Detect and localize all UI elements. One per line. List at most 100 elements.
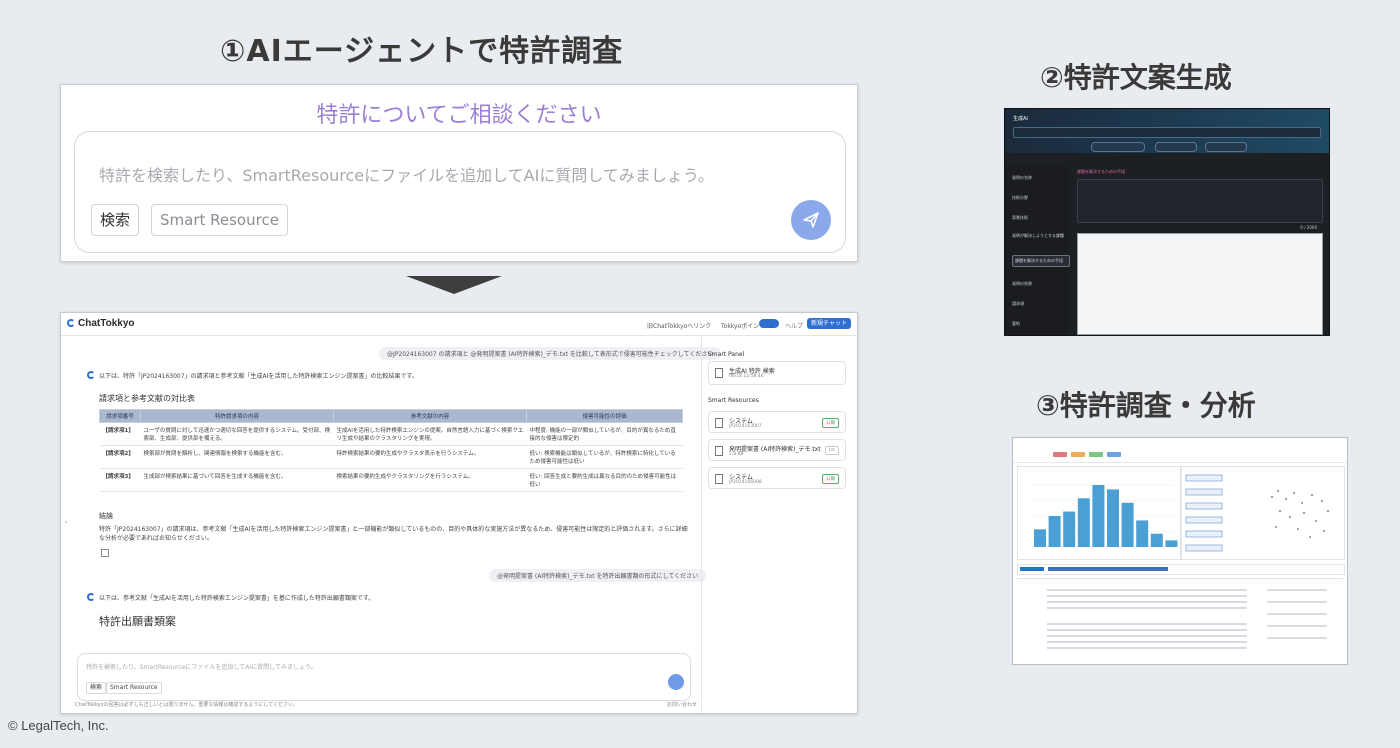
step-pill (1155, 142, 1197, 152)
bar-chart (1030, 484, 1178, 548)
send-button[interactable] (791, 200, 831, 240)
send-button[interactable] (668, 674, 684, 690)
chart-bar (1136, 520, 1149, 547)
network-card (1181, 466, 1345, 560)
filter-tag[interactable] (1107, 452, 1121, 457)
table-cell: 中程度: 機能の一部が類似しているが、目的が異なるため直接的な侵害は限定的 (526, 422, 683, 446)
smart-resources-title: Smart Resources (708, 397, 759, 404)
smart-resource-chip[interactable]: Smart Resource (151, 204, 288, 236)
chart-bar (1048, 516, 1061, 547)
chart-bar (1107, 489, 1119, 547)
nav-item[interactable]: 技術分野 (1012, 195, 1064, 201)
resource-badge: txt (824, 446, 839, 455)
file-icon (715, 474, 723, 484)
resource-badge: 公報 (822, 474, 839, 484)
trend-chart-card (1017, 466, 1181, 560)
search-mode-chip[interactable]: 検索 (86, 682, 107, 694)
search-box[interactable]: 特許を検索したり、SmartResourceにファイルを追加してAIに質問してみ… (74, 131, 846, 253)
table-cell: 【請求項1】 (99, 422, 141, 446)
help-link[interactable]: ヘルプ (785, 321, 803, 330)
step-pill (1205, 142, 1247, 152)
conclusion-heading: 結論 (99, 512, 113, 520)
user-message: @JP2024163007 の請求項と @発明提案書 (AI特許検索)_デモ.t… (379, 347, 722, 360)
step3-title: ③特許調査・分析 (1036, 389, 1256, 422)
nav-item-active[interactable]: 課題を解決するための手段 (1012, 255, 1070, 267)
resource-sub: 2.8 KB (729, 452, 744, 457)
table-cell: 低い: 回答生成と要約生成は異なる目的のため侵害可能性は低い (526, 468, 683, 492)
card-date: 06/18 12:58:46 (729, 374, 764, 379)
resource-sub: JP2024163007 (729, 424, 762, 429)
table-cell: 【請求項2】 (99, 445, 141, 469)
char-counter: 0 / 2000 (1300, 225, 1317, 230)
chat-main: @JP2024163007 の請求項と @発明提案書 (AI特許検索)_デモ.t… (61, 335, 722, 713)
table-cell: 生成AIを活用した特許検索エンジンの提案。自然言語入力に基づく検索クエリ生成や結… (333, 422, 527, 446)
search-input[interactable]: 特許を検索したり、SmartResourceにファイルを追加してAIに質問してみ… (99, 162, 714, 186)
nav-item[interactable]: 請求項 (1012, 301, 1064, 307)
analysis-toolbar (1013, 438, 1347, 463)
smart-resource-chip[interactable]: Smart Resource (106, 682, 162, 694)
generator-header: 生成AI (1005, 109, 1329, 153)
table-cell: 生成部が検索結果に基づいて回答を生成する機能を含む。 (140, 468, 334, 492)
nav-item[interactable]: 発明が解決しようとする課題 (1012, 233, 1064, 239)
assistant-icon (87, 593, 95, 601)
generator-body: 課題を解決するための手段 0 / 2000 (1075, 165, 1323, 335)
chart-bar (1034, 529, 1046, 547)
draft-textarea[interactable] (1077, 233, 1323, 335)
table-header: 請求項番号 (99, 409, 141, 423)
contact-link[interactable]: お問い合わせ (667, 701, 697, 708)
resource-badge: 公報 (822, 418, 839, 428)
legacy-link[interactable]: 旧ChatTokkyoへリンク (647, 321, 711, 330)
assistant-message: 以下は、参考文献「生成AIを活用した特許検索エンジン提案書」を基に作成した特許出… (99, 595, 375, 602)
smart-side-panel: Smart Panel 生成AI 特許 検索 06/18 12:58:46 Sm… (701, 335, 857, 713)
send-icon (803, 212, 819, 228)
logo-icon (67, 319, 75, 327)
chart-bar (1121, 502, 1134, 547)
search-mode-chip[interactable]: 検索 (91, 204, 140, 236)
chat-app-window: ChatTokkyo 旧ChatTokkyoへリンク Tokkyoポイント ヘル… (60, 312, 858, 714)
chat-input-box[interactable]: 特許を検索したり、SmartResourceにファイルを追加してAIに質問してみ… (77, 653, 691, 701)
assistant-icon (87, 371, 95, 379)
chart-bar (1092, 485, 1105, 547)
result-row-header[interactable] (1017, 564, 1345, 575)
resource-item[interactable]: 発明提案書 (AI特許検索)_デモ.txt 2.8 KB txt (708, 439, 846, 461)
filter-tag[interactable] (1089, 452, 1103, 457)
hero-heading: 特許についてご相談ください (316, 103, 602, 128)
generator-input[interactable] (1013, 127, 1321, 138)
collapse-icon[interactable]: ‹ (65, 519, 67, 526)
conclusion-text: 特許「JP2024163007」の請求項は、参考文献「生成AIを活用した特許検索… (99, 526, 688, 542)
assistant-message: 以下は、特許「JP2024163007」の請求項と参考文献「生成AIを活用した特… (99, 373, 418, 380)
nav-item[interactable]: 発明の効果 (1012, 281, 1064, 287)
resource-item[interactable]: システム JP2024166008 公報 (708, 467, 846, 489)
disclaimer: ChatTokkyoの回答は必ずしも正しいとは限りません。重要な情報は確認するよ… (75, 702, 299, 708)
table-cell: 検索結果の要約生成やクラスタリングを行うシステム。 (333, 468, 527, 492)
down-arrow-icon (406, 276, 502, 294)
points-toggle[interactable] (759, 319, 779, 328)
file-icon (715, 368, 723, 378)
smart-panel-title: Smart Panel (708, 351, 745, 358)
step1-title: ①AIエージェントで特許調査 (220, 34, 624, 69)
table-cell: 検索部が質問を解析し、関連情報を検索する機能を含む。 (140, 445, 334, 469)
table-cell: 低い: 検索機能は類似しているが、特許検索に特化しているため侵害可能性は低い (526, 445, 683, 469)
resource-item[interactable]: システム JP2024163007 公報 (708, 411, 846, 433)
step2-title: ②特許文案生成 (1040, 61, 1232, 94)
nav-item[interactable]: 発明の名称 (1012, 175, 1064, 181)
chat-input[interactable]: 特許を検索したり、SmartResourceにファイルを追加してAIに質問してみ… (86, 662, 317, 671)
filter-tag[interactable] (1071, 452, 1085, 457)
table-cell: 【請求項3】 (99, 468, 141, 492)
nav-item[interactable]: 要約 (1012, 321, 1064, 327)
smart-panel-card[interactable]: 生成AI 特許 検索 06/18 12:58:46 (708, 361, 846, 385)
search-panel: 特許についてご相談ください 特許を検索したり、SmartResourceにファイ… (60, 84, 858, 262)
instruction-box (1077, 179, 1323, 223)
filter-tag[interactable] (1053, 452, 1067, 457)
section-title: 課題を解決するための手段 (1077, 169, 1125, 174)
nav-item[interactable]: 背景技術 (1012, 215, 1064, 221)
table-header: 参考文献の内容 (333, 409, 527, 423)
new-chat-button[interactable]: 新規チャット (807, 318, 851, 329)
table-row: 【請求項1】 ユーザの質問に対して迅速かつ適切な回答を提供するシステム。受付部、… (99, 422, 683, 446)
copy-icon[interactable] (101, 549, 109, 557)
result-table (1017, 578, 1343, 663)
file-icon (715, 418, 723, 428)
chart-bar (1165, 540, 1178, 547)
table-header: 特許請求項の内容 (140, 409, 334, 423)
cluster-map (1185, 474, 1329, 552)
